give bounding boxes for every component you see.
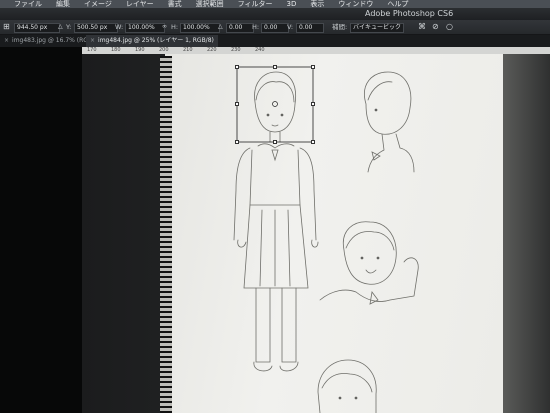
smiling-bow bbox=[369, 291, 379, 305]
smiling-body-arm bbox=[319, 257, 419, 302]
legs bbox=[255, 287, 297, 363]
transform-box[interactable] bbox=[236, 66, 314, 143]
profile-fringe bbox=[367, 81, 393, 101]
hands bbox=[237, 239, 319, 248]
smiling-fringe bbox=[345, 231, 395, 251]
reference-point[interactable] bbox=[272, 101, 278, 107]
transform-handle[interactable] bbox=[311, 65, 315, 69]
smiling-mouth bbox=[365, 269, 377, 274]
bottom-fringe bbox=[321, 373, 373, 393]
smiling-head bbox=[342, 221, 397, 285]
transform-handle[interactable] bbox=[235, 140, 239, 144]
transform-handle[interactable] bbox=[311, 102, 315, 106]
transform-handle[interactable] bbox=[235, 102, 239, 106]
head-outline bbox=[254, 71, 297, 133]
collar bbox=[257, 143, 295, 149]
transform-handle[interactable] bbox=[273, 140, 277, 144]
profile-body bbox=[367, 133, 415, 173]
pencil-sketch bbox=[233, 66, 419, 413]
transform-handle[interactable] bbox=[235, 65, 239, 69]
bottom-eye-left bbox=[338, 396, 342, 400]
skirt-pleats bbox=[259, 209, 291, 287]
shoes bbox=[253, 361, 299, 372]
profile-eye bbox=[374, 108, 378, 112]
hair-fringe bbox=[255, 81, 295, 103]
smiling-eye-left bbox=[360, 256, 364, 260]
eye-left bbox=[266, 113, 270, 117]
eye-right bbox=[280, 113, 284, 117]
jacket bbox=[249, 149, 301, 206]
mouth bbox=[271, 124, 279, 127]
skirt bbox=[243, 204, 309, 289]
transform-handle[interactable] bbox=[311, 140, 315, 144]
transform-handle[interactable] bbox=[273, 65, 277, 69]
smiling-eye-right bbox=[376, 256, 380, 260]
bottom-head bbox=[317, 359, 377, 413]
bow bbox=[271, 149, 279, 162]
bottom-eye-right bbox=[354, 396, 358, 400]
